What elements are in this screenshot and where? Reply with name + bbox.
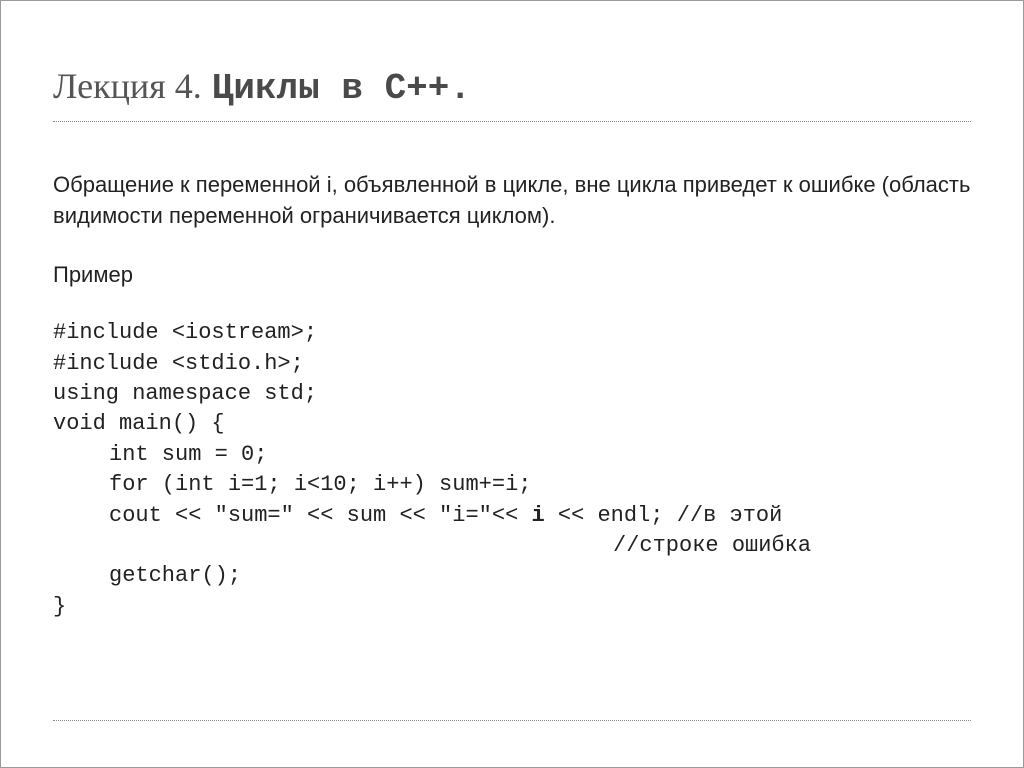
code-block: #include <iostream>; #include <stdio.h>;… [53, 318, 971, 622]
code-line-4: void main() { [53, 411, 225, 436]
slide-title: Лекция 4. Циклы в C++. [53, 65, 971, 122]
code-line-2: #include <stdio.h>; [53, 351, 304, 376]
code-line-9: getchar(); [53, 561, 241, 591]
code-line-7a: cout << "sum=" << sum << "i="<< [53, 501, 531, 531]
code-line-7-bold-i: i [531, 503, 544, 528]
slide-content: Обращение к переменной i, объявленной в … [53, 170, 971, 622]
code-line-1: #include <iostream>; [53, 320, 317, 345]
paragraph-text: Обращение к переменной i, объявленной в … [53, 170, 971, 232]
code-line-8: //строке ошибка [53, 531, 811, 561]
slide-inner: Лекция 4. Циклы в C++. Обращение к перем… [1, 1, 1023, 622]
title-lecture-number: Лекция 4. [53, 65, 202, 107]
code-line-7c: << endl; //в этой [545, 503, 783, 528]
slide: Лекция 4. Циклы в C++. Обращение к перем… [0, 0, 1024, 768]
bottom-divider [53, 720, 971, 721]
example-label: Пример [53, 260, 971, 291]
code-line-3: using namespace std; [53, 381, 317, 406]
code-line-10: } [53, 594, 66, 619]
code-line-6: for (int i=1; i<10; i++) sum+=i; [53, 470, 531, 500]
code-line-5: int sum = 0; [53, 440, 267, 470]
title-topic: Циклы в C++. [212, 68, 471, 109]
